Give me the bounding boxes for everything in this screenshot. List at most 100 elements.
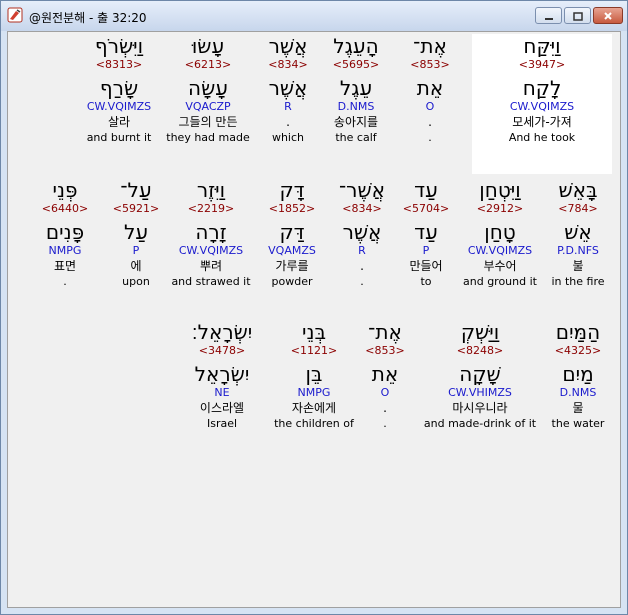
strong-number[interactable]: <834> <box>326 202 398 216</box>
strong-number[interactable]: <3947> <box>472 58 612 72</box>
word-cell[interactable]: וַיִּזֶר <2219> זָרָה CW.VQIMZS 뿌려 and s… <box>166 178 256 318</box>
strong-number[interactable]: <6213> <box>160 58 256 72</box>
lemma-word: פָּנִים <box>45 220 85 244</box>
strong-number[interactable]: <853> <box>390 58 470 72</box>
hebrew-word: אֶת־ <box>368 320 402 344</box>
morphology-code[interactable]: CW.VQIMZS <box>456 244 544 258</box>
korean-gloss: 그들의 만든 <box>178 115 238 129</box>
lemma-word: אֵת <box>416 76 444 100</box>
lemma-word: בֵּן <box>305 362 323 386</box>
morphology-code[interactable]: P <box>396 244 456 258</box>
word-cell[interactable]: עַד <5704> עַד P 만들어 to <box>396 178 456 318</box>
close-button[interactable] <box>593 7 623 24</box>
strong-number[interactable]: <834> <box>252 58 324 72</box>
english-gloss: Israel <box>206 417 238 430</box>
hebrew-word: וַיַּשְׁקְ <box>460 320 500 344</box>
morphology-code[interactable]: VQACZP <box>160 100 256 114</box>
strong-number[interactable]: <784> <box>542 202 614 216</box>
morphology-code[interactable]: NMPG <box>266 386 362 400</box>
morphology-code[interactable]: O <box>354 386 416 400</box>
lemma-word: אֵשׁ <box>564 220 592 244</box>
app-window: @원전분해 - 출 32:20 וַיִּקַּח <3947> לָקַח C… <box>0 0 628 615</box>
strong-number[interactable]: <6440> <box>38 202 92 216</box>
hebrew-word: וַיִּשְׂרֹף <box>94 34 144 58</box>
english-gloss: and burnt it <box>86 131 152 144</box>
lemma-word: לָקַח <box>522 76 562 100</box>
hebrew-word: עַל־ <box>120 178 152 202</box>
morphology-code[interactable]: CW.VQIMZS <box>166 244 256 258</box>
lemma-word: עַד <box>414 220 438 244</box>
morphology-code[interactable]: R <box>252 100 324 114</box>
hebrew-word: הַמַּיִם <box>555 320 601 344</box>
word-cell[interactable]: אֲשֶׁר־ <834> אֲשֶׁר R . . <box>326 178 398 318</box>
english-gloss: which <box>271 131 305 144</box>
strong-number[interactable]: <3478> <box>180 344 264 358</box>
word-cell[interactable]: וַיַּשְׁקְ <8248> שָׁקָה CW.VHIMZS 마시우니라… <box>418 320 542 460</box>
word-cell[interactable]: בְּנֵי <1121> בֵּן NMPG 자손에게 the childre… <box>266 320 362 460</box>
word-cell[interactable]: הַמַּיִם <4325> מַיִם D.NMS 물 the water <box>544 320 612 460</box>
word-cell[interactable]: הָעֵגֶל <5695> עֵגֶל D.NMS 송아지를 the calf <box>316 34 396 174</box>
title-bar[interactable]: @원전분해 - 출 32:20 <box>1 1 627 31</box>
korean-gloss: . <box>428 115 432 129</box>
word-cell[interactable]: אֲשֶׁר <834> אֲשֶׁר R . which <box>252 34 324 174</box>
maximize-button[interactable] <box>564 7 591 24</box>
hebrew-word: בְּנֵי <box>301 320 327 344</box>
word-cell[interactable]: וַיִּטְחַן <2912> טָחַן CW.VQIMZS 부수어 an… <box>456 178 544 318</box>
english-gloss: to <box>420 275 432 288</box>
strong-number[interactable]: <4325> <box>544 344 612 358</box>
korean-gloss: 자손에게 <box>291 401 337 415</box>
morphology-code[interactable]: NMPG <box>38 244 92 258</box>
english-gloss: in the fire <box>551 275 605 288</box>
minimize-icon <box>544 6 554 25</box>
verse-analysis-panel[interactable]: וַיִּקַּח <3947> לָקַח CW.VQIMZS 모세가-가져 … <box>7 31 621 608</box>
hebrew-word: בָּאֵשׁ <box>558 178 598 202</box>
english-gloss: the children of <box>274 417 354 430</box>
strong-number[interactable]: <853> <box>354 344 416 358</box>
strong-number[interactable]: <5704> <box>396 202 456 216</box>
word-cell[interactable]: אֶת־ <853> אֵת O . . <box>354 320 416 460</box>
morphology-code[interactable]: CW.VQIMZS <box>472 100 612 114</box>
english-gloss: And he took <box>508 131 576 144</box>
word-cell[interactable]: עַל־ <5921> עַל P 에 upon <box>108 178 164 318</box>
morphology-code[interactable]: D.NMS <box>544 386 612 400</box>
hebrew-word: עַד <box>414 178 438 202</box>
strong-number[interactable]: <8248> <box>418 344 542 358</box>
korean-gloss: . <box>286 115 290 129</box>
morphology-code[interactable]: NE <box>180 386 264 400</box>
word-cell[interactable]: יִשְׂרָאֵל׃ <3478> יִשְׂרָאֵל NE 이스라엘 Is… <box>180 320 264 460</box>
lemma-word: אֵת <box>371 362 399 386</box>
strong-number[interactable]: <1852> <box>254 202 330 216</box>
lemma-word: אֲשֶׁר <box>268 76 308 100</box>
morphology-code[interactable]: VQAMZS <box>254 244 330 258</box>
strong-number[interactable]: <5921> <box>108 202 164 216</box>
korean-gloss: 송아지를 <box>333 115 379 129</box>
word-cell[interactable]: פְּנֵי <6440> פָּנִים NMPG 표면 . <box>38 178 92 318</box>
morphology-code[interactable]: CW.VHIMZS <box>418 386 542 400</box>
morphology-code[interactable]: P <box>108 244 164 258</box>
morphology-code[interactable]: D.NMS <box>316 100 396 114</box>
word-cell[interactable]: וַיִּקַּח <3947> לָקַח CW.VQIMZS 모세가-가져 … <box>472 34 612 174</box>
strong-number[interactable]: <5695> <box>316 58 396 72</box>
morphology-code[interactable]: CW.VQIMZS <box>74 100 164 114</box>
word-cell[interactable]: בָּאֵשׁ <784> אֵשׁ P.D.NFS 불 in the fire <box>542 178 614 318</box>
word-cell[interactable]: וַיִּשְׂרֹף <8313> שָׂרַף CW.VQIMZS 살라 a… <box>74 34 164 174</box>
word-cell[interactable]: דָּק <1852> דַּק VQAMZS 가루를 powder <box>254 178 330 318</box>
strong-number[interactable]: <8313> <box>74 58 164 72</box>
morphology-code[interactable]: O <box>390 100 470 114</box>
morphology-code[interactable]: P.D.NFS <box>542 244 614 258</box>
minimize-button[interactable] <box>535 7 562 24</box>
english-gloss: they had made <box>166 131 250 144</box>
strong-number[interactable]: <2912> <box>456 202 544 216</box>
english-gloss: and strawed it <box>171 275 251 288</box>
strong-number[interactable]: <2219> <box>166 202 256 216</box>
english-gloss: upon <box>122 275 150 288</box>
app-icon[interactable] <box>7 7 23 23</box>
strong-number[interactable]: <1121> <box>266 344 362 358</box>
hebrew-word: עָשׂוּ <box>191 34 225 58</box>
morphology-code[interactable]: R <box>326 244 398 258</box>
lemma-word: שָׂרַף <box>99 76 139 100</box>
korean-gloss: 표면 <box>53 259 77 273</box>
korean-gloss: . <box>360 259 364 273</box>
word-cell[interactable]: עָשׂוּ <6213> עָשָׂה VQACZP 그들의 만든 they … <box>160 34 256 174</box>
word-cell[interactable]: אֶת־ <853> אֵת O . . <box>390 34 470 174</box>
